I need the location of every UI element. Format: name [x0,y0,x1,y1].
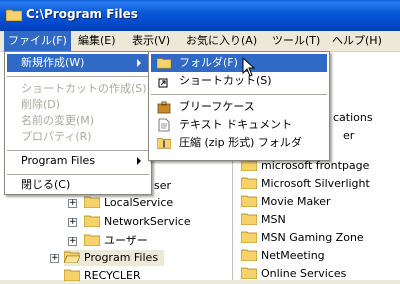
expand-icon[interactable]: + [68,218,77,227]
folder-icon [64,269,80,281]
document-icon [158,118,170,132]
tree-item-users[interactable]: ユーザー [84,233,148,249]
file-item-label: NetMeeting [261,249,325,262]
file-item-label: MSN [261,213,286,226]
menu-item-label: テキスト ドキュメント [179,118,293,131]
menu-item-label: フォルダ(F) [179,56,238,69]
expand-icon[interactable]: + [68,199,77,208]
menu-item-label: 圧縮 (zip 形式) フォルダ [179,136,302,149]
menu-item-recent[interactable]: Program Files [7,152,149,170]
folder-icon [6,9,22,21]
folder-icon [241,267,257,279]
file-item[interactable]: Movie Maker [241,194,331,210]
menu-item-zip-folder[interactable]: 圧縮 (zip 形式) フォルダ [151,134,327,152]
file-item-label: Movie Maker [261,195,331,208]
file-item-label: Microsoft Silverlight [261,177,370,190]
menu-bar: ファイル(F) 編集(E) 表示(V) お気に入り(A) ツール(T) ヘルプ(… [0,31,400,52]
menu-item-new[interactable]: 新規作成(W) [7,54,149,72]
folder-icon [241,231,257,243]
file-item[interactable]: Microsoft Silverlight [241,176,370,192]
file-item[interactable]: MSN Gaming Zone [241,230,364,246]
title-bar[interactable]: C:\Program Files [0,0,400,31]
menu-item-label: Program Files [21,154,96,167]
zip-folder-icon [157,138,171,149]
folder-icon [241,213,257,225]
tree-item-label: RECYCLER [84,269,141,282]
menu-tools[interactable]: ツール(T) [268,31,324,51]
tree-item-program-files[interactable]: Program Files [64,250,165,266]
menu-file[interactable]: ファイル(F) [4,31,71,51]
folder-icon [241,249,257,261]
tree-item-recycler[interactable]: RECYCLER [64,268,141,284]
tree-item-label: LocalService [104,196,174,209]
file-item-partial[interactable]: cations [333,110,373,126]
mouse-cursor-icon [242,57,256,77]
menu-item-briefcase[interactable]: ブリーフケース [151,98,327,116]
menu-separator [7,150,149,151]
open-folder-icon [64,251,80,263]
new-submenu: フォルダ(F) ショートカット(S) ブリーフケース テキスト ドキュメント 圧… [148,51,330,161]
briefcase-icon [157,101,171,114]
menu-view[interactable]: 表示(V) [128,31,174,51]
menu-item-label: ショートカット(S) [179,74,272,87]
tree-item-user-partial[interactable]: ser [154,178,171,194]
menu-item-folder[interactable]: フォルダ(F) [151,54,327,72]
menu-separator [7,174,149,175]
folder-icon [241,177,257,189]
menu-item-label: ブリーフケース [179,100,255,113]
folder-icon [84,234,100,246]
tree-item-label: NetworkService [104,215,191,228]
menu-favorites[interactable]: お気に入り(A) [182,31,261,51]
file-item-label: Online Services [261,267,347,280]
menu-item-shortcut[interactable]: ショートカット(S) [151,72,327,90]
tree-item-label: Program Files [84,251,159,264]
tree-item-localservice[interactable]: LocalService [84,195,173,211]
menu-item-properties[interactable]: プロパティ(R) [7,128,149,146]
menu-item-close[interactable]: 閉じる(C) [7,176,149,194]
tree-item-label: ユーザー [104,234,148,247]
folder-icon [241,195,257,207]
menu-separator [7,76,149,77]
menu-edit[interactable]: 編集(E) [74,31,120,51]
expand-icon[interactable]: + [50,254,59,263]
submenu-arrow-icon [137,59,141,67]
file-item[interactable]: MSN [241,212,286,228]
folder-icon [84,196,100,208]
file-menu: 新規作成(W) ショートカットの作成(S) 削除(D) 名前の変更(M) プロパ… [4,51,152,195]
menu-item-text-document[interactable]: テキスト ドキュメント [151,116,327,134]
menu-separator [151,94,327,95]
file-item[interactable]: NetMeeting [241,248,325,264]
file-item-label: MSN Gaming Zone [261,231,364,244]
folder-icon [84,215,100,227]
window-title: C:\Program Files [26,7,138,21]
file-item-partial[interactable]: er [343,128,354,144]
expand-icon[interactable]: + [68,237,77,246]
submenu-arrow-icon [137,157,141,165]
menu-item-label: 新規作成(W) [21,56,85,69]
tree-item-networkservice[interactable]: NetworkService [84,214,191,230]
menu-help[interactable]: ヘルプ(H) [328,31,386,51]
folder-icon [157,58,171,69]
shortcut-icon [158,78,168,88]
